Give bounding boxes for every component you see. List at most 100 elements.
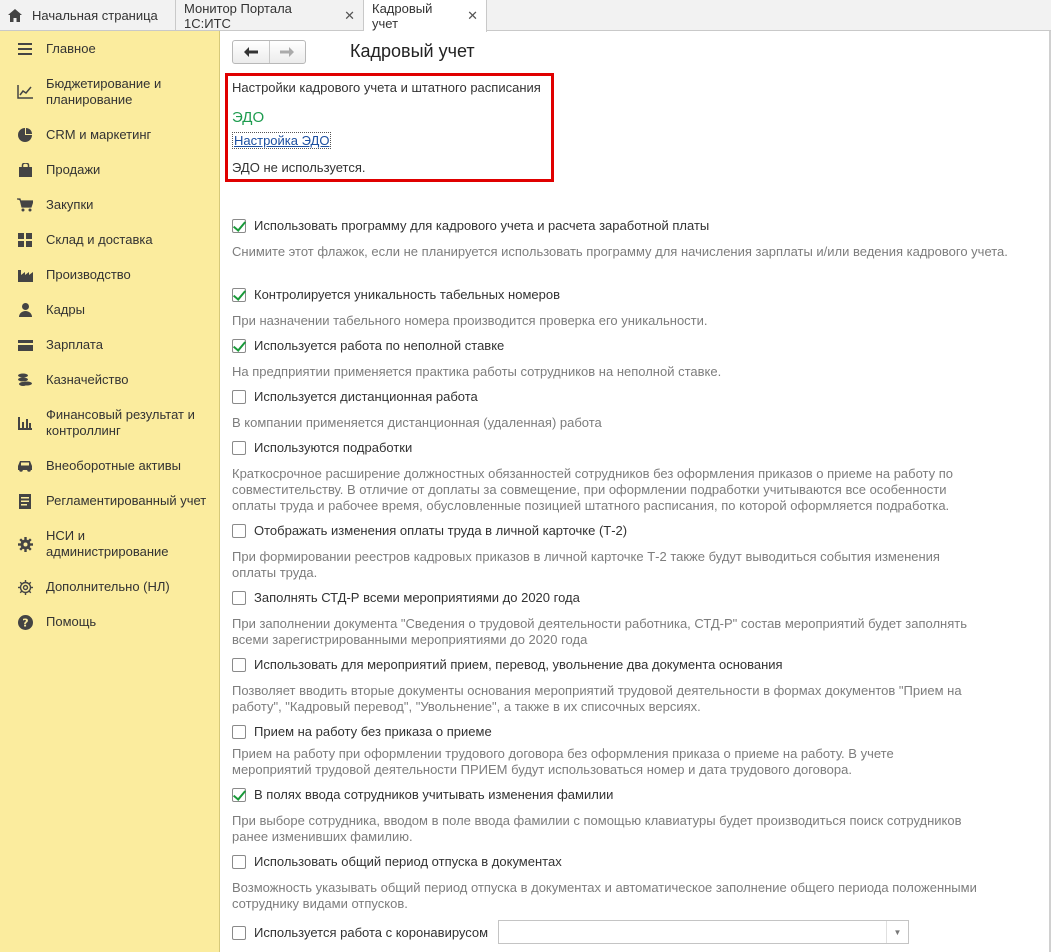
option-remote-work[interactable]: Используется дистанционная работа [232, 389, 478, 404]
checkbox[interactable] [232, 724, 246, 739]
option-hint: При формировании реестров кадровых прика… [232, 549, 940, 580]
settings-heading: Настройки кадрового учета и штатного рас… [232, 80, 541, 95]
edo-settings-link[interactable]: Настройка ЭДО [232, 132, 332, 149]
option-coronavirus[interactable]: Используется работа с коронавирусом [232, 925, 488, 940]
sidebar-item-label: Зарплата [46, 337, 103, 352]
help-icon: ? [17, 614, 33, 630]
pie-icon [17, 127, 33, 143]
arrow-right-icon [280, 47, 295, 57]
sidebar-item-crm[interactable]: CRM и маркетинг [0, 127, 220, 143]
option-side-jobs[interactable]: Используются подработки [232, 440, 412, 455]
sidebar-item-label: Помощь [46, 614, 97, 629]
option-part-time[interactable]: Используется работа по неполной ставке [232, 338, 504, 353]
option-label: Используется работа по неполной ставке [254, 338, 505, 353]
factory-icon [17, 267, 33, 283]
checkbox[interactable] [232, 523, 246, 538]
sidebar-item-label: Внеоборотные активы [46, 458, 182, 473]
tab-hr-label: Кадровый учет [372, 1, 433, 31]
back-button[interactable] [233, 41, 269, 63]
cart-icon [17, 197, 33, 213]
home-icon [8, 9, 22, 22]
close-icon[interactable]: ✕ [344, 8, 355, 24]
option-hint: На предприятии применяется практика рабо… [232, 364, 722, 379]
grid-icon [17, 232, 33, 248]
arrow-left-icon [243, 47, 258, 57]
sidebar-item-regulated[interactable]: Регламентированный учет [0, 493, 220, 509]
option-label: Использовать общий период отпуска в доку… [254, 854, 562, 869]
checkbox[interactable] [232, 925, 246, 940]
option-hint: Прием на работу при оформлении трудового… [232, 746, 894, 777]
sidebar-item-production[interactable]: Производство [0, 267, 220, 283]
sidebar-item-admin[interactable]: НСИ и администрирование [0, 528, 220, 560]
sidebar-item-fixed-assets[interactable]: Внеоборотные активы [0, 458, 220, 474]
sidebar-item-treasury[interactable]: Казначейство [0, 372, 220, 388]
sidebar-item-salary[interactable]: Зарплата [0, 337, 220, 353]
tab-home[interactable]: Начальная страница [0, 0, 176, 31]
option-surname-changes[interactable]: В полях ввода сотрудников учитывать изме… [232, 787, 613, 802]
sidebar-item-hr[interactable]: Кадры [0, 302, 220, 318]
option-t2-card[interactable]: Отображать изменения оплаты труда в личн… [232, 523, 627, 538]
option-label: Контролируется уникальность табельных но… [254, 287, 560, 302]
sidebar: Главное Бюджетирование и планирование CR… [0, 31, 220, 952]
person-icon [17, 302, 33, 318]
sidebar-item-label: Склад и доставка [46, 232, 153, 247]
sidebar-item-finance[interactable]: Финансовый результат и контроллинг [0, 407, 220, 439]
sidebar-item-label: Дополнительно (НЛ) [46, 579, 170, 594]
checkbox[interactable] [232, 657, 246, 672]
card-icon [17, 337, 33, 353]
sidebar-item-purchases[interactable]: Закупки [0, 197, 220, 213]
checkbox[interactable] [232, 787, 246, 802]
chevron-down-icon[interactable]: ▼ [886, 921, 908, 943]
sidebar-item-sales[interactable]: Продажи [0, 162, 220, 178]
option-hint: Краткосрочное расширение должностных обя… [232, 466, 954, 513]
checkbox[interactable] [232, 218, 246, 233]
option-hint: Позволяет вводить вторые документы основ… [232, 683, 962, 714]
sidebar-item-warehouse[interactable]: Склад и доставка [0, 232, 220, 248]
checkbox[interactable] [232, 590, 246, 605]
sidebar-item-main[interactable]: Главное [0, 41, 220, 57]
option-label: Отображать изменения оплаты труда в личн… [254, 523, 628, 538]
option-label: Используются подработки [254, 440, 413, 455]
checkbox[interactable] [232, 854, 246, 869]
checkbox[interactable] [232, 389, 246, 404]
chart-line-icon [17, 84, 33, 100]
option-label: Используется дистанционная работа [254, 389, 478, 404]
tab-monitor[interactable]: Монитор Портала 1С:ИТС ✕ [176, 0, 364, 31]
bar-chart-icon [17, 415, 33, 431]
option-label: Использовать для мероприятий прием, пере… [254, 657, 783, 672]
tab-hr[interactable]: Кадровый учет ✕ [364, 0, 487, 32]
option-hint: Возможность указывать общий период отпус… [232, 880, 977, 911]
option-std-r[interactable]: Заполнять СТД-Р всеми мероприятиями до 2… [232, 590, 580, 605]
option-common-vacation[interactable]: Использовать общий период отпуска в доку… [232, 854, 562, 869]
option-label: Прием на работу без приказа о приеме [254, 724, 492, 739]
sidebar-item-label: Главное [46, 41, 96, 56]
sidebar-item-label: CRM и маркетинг [46, 127, 152, 142]
sidebar-item-label: Закупки [46, 197, 94, 212]
option-hint: При заполнении документа "Сведения о тру… [232, 616, 968, 647]
menu-icon [17, 41, 33, 57]
forward-button[interactable] [268, 41, 305, 63]
checkbox[interactable] [232, 287, 246, 302]
checkbox[interactable] [232, 440, 246, 455]
gear-outline-icon [17, 579, 33, 595]
tab-monitor-label: Монитор Портала 1С:ИТС [184, 0, 292, 31]
checkbox[interactable] [232, 338, 246, 353]
sidebar-item-additional[interactable]: Дополнительно (НЛ) [0, 579, 220, 595]
page-title: Кадровый учет [350, 41, 475, 61]
sidebar-item-label: Финансовый результат и контроллинг [46, 407, 195, 438]
sidebar-item-help[interactable]: ? Помощь [0, 614, 220, 630]
option-use-program[interactable]: Использовать программу для кадрового уче… [232, 218, 709, 233]
close-icon[interactable]: ✕ [467, 8, 478, 24]
sidebar-item-label: Казначейство [46, 372, 129, 387]
option-two-documents[interactable]: Использовать для мероприятий прием, пере… [232, 657, 783, 672]
edo-status: ЭДО не используется. [232, 160, 366, 175]
option-unique-numbers[interactable]: Контролируется уникальность табельных но… [232, 287, 560, 302]
coins-icon [17, 372, 33, 388]
sidebar-item-budgeting[interactable]: Бюджетирование и планирование [0, 76, 220, 108]
option-label: В полях ввода сотрудников учитывать изме… [254, 787, 614, 802]
coronavirus-select[interactable]: ▼ [498, 920, 909, 944]
sidebar-item-label: Бюджетирование и планирование [46, 76, 162, 107]
option-hire-without-order[interactable]: Прием на работу без приказа о приеме [232, 724, 492, 739]
option-hint: При назначении табельного номера произво… [232, 313, 708, 328]
option-hint: Снимите этот флажок, если не планируется… [232, 244, 1008, 259]
